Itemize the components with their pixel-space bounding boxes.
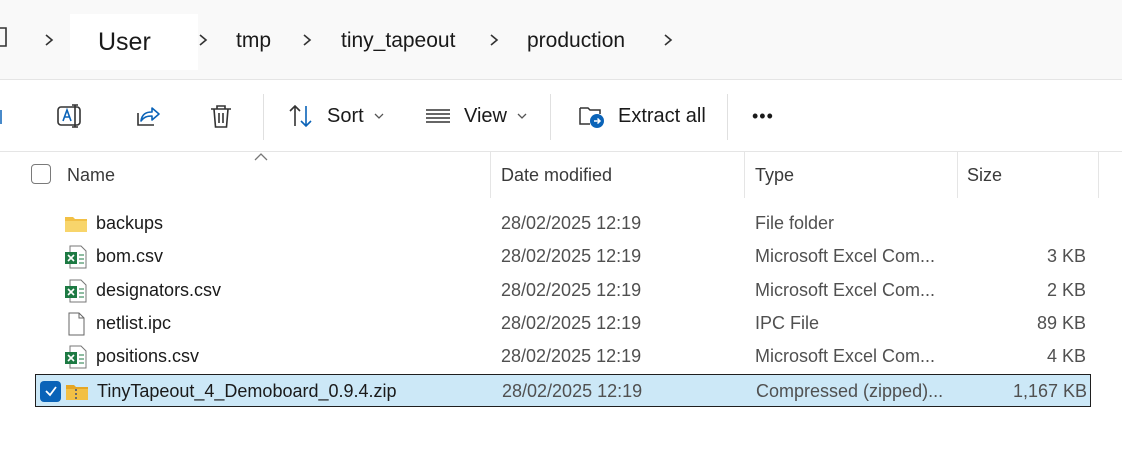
excel-file-icon <box>64 345 88 369</box>
breadcrumb-item-user[interactable]: User <box>98 28 151 57</box>
file-date-modified: 28/02/2025 12:19 <box>501 312 642 333</box>
view-label: View <box>464 104 507 127</box>
toolbar-separator <box>263 94 264 140</box>
zip-folder-icon <box>65 380 89 404</box>
chevron-right-icon[interactable] <box>487 33 501 47</box>
folder-icon <box>64 212 88 236</box>
chevron-right-icon[interactable] <box>661 33 675 47</box>
file-row[interactable]: backups 28/02/2025 12:19 File folder <box>35 207 1091 240</box>
breadcrumb-item-tiny-tapeout[interactable]: tiny_tapeout <box>341 29 455 53</box>
file-type: Microsoft Excel Com... <box>755 279 936 300</box>
checkmark-icon <box>44 386 57 397</box>
breadcrumb-item-tmp[interactable]: tmp <box>236 29 271 53</box>
column-header-name[interactable]: Name <box>67 152 115 198</box>
rename-icon <box>57 104 81 128</box>
file-name: TinyTapeout_4_Demoboard_0.9.4.zip <box>97 380 397 401</box>
command-bar: Sort View Extract all ••• <box>0 80 1122 152</box>
file-size: 4 KB <box>1046 346 1086 367</box>
sort-label: Sort <box>327 104 364 127</box>
partial-icon <box>0 110 2 124</box>
file-name: positions.csv <box>96 346 200 367</box>
delete-button[interactable] <box>206 96 236 136</box>
column-divider[interactable] <box>744 152 745 198</box>
excel-file-icon <box>64 245 88 269</box>
sort-ascending-icon <box>254 153 268 161</box>
file-type: Compressed (zipped)... <box>756 380 944 401</box>
file-date-modified: 28/02/2025 12:19 <box>501 213 642 233</box>
file-name: bom.csv <box>96 246 164 267</box>
column-header-date[interactable]: Date modified <box>501 152 612 198</box>
sort-button[interactable]: Sort <box>287 96 384 136</box>
file-type: Microsoft Excel Com... <box>755 346 936 367</box>
column-header-row: Name Date modified Type Size <box>0 152 1122 198</box>
row-checkbox-checked[interactable] <box>40 380 61 402</box>
file-date-modified: 28/02/2025 12:19 <box>501 346 642 367</box>
file-size <box>965 207 1086 240</box>
chevron-down-icon <box>374 113 384 119</box>
pc-icon <box>0 27 7 47</box>
file-name: netlist.ipc <box>96 312 172 333</box>
file-date-modified: 28/02/2025 12:19 <box>501 246 642 267</box>
extract-icon <box>579 107 604 128</box>
column-divider[interactable] <box>490 152 491 198</box>
sort-icon <box>289 104 312 128</box>
chevron-right-icon[interactable] <box>300 33 314 47</box>
blank-file-icon <box>64 312 88 336</box>
file-date-modified: 28/02/2025 12:19 <box>502 380 643 401</box>
column-divider[interactable] <box>957 152 958 198</box>
toolbar-separator <box>550 94 551 140</box>
excel-file-icon <box>64 279 88 303</box>
more-options-button[interactable]: ••• <box>752 96 774 136</box>
file-type: File folder <box>755 213 835 233</box>
trash-icon <box>211 105 231 128</box>
file-row[interactable]: designators.csv 28/02/2025 12:19 Microsoft… <box>35 274 1091 307</box>
view-button[interactable]: View <box>424 96 527 136</box>
address-bar[interactable]: User tmp tiny_tapeout production <box>0 0 1122 80</box>
chevron-right-icon[interactable] <box>196 33 210 47</box>
breadcrumb-item-production[interactable]: production <box>527 29 625 53</box>
rename-button[interactable] <box>55 96 85 136</box>
file-size: 1,167 KB <box>1012 380 1087 401</box>
toolbar-separator <box>727 94 728 140</box>
file-size: 2 KB <box>1046 279 1086 300</box>
share-button[interactable] <box>132 96 162 136</box>
file-name: designators.csv <box>96 279 222 300</box>
file-row[interactable]: TinyTapeout_4_Demoboard_0.9.4.zip 28/02/2… <box>35 373 1091 407</box>
file-row[interactable]: positions.csv 28/02/2025 12:19 Microsoft E… <box>35 340 1091 373</box>
file-size: 3 KB <box>1046 246 1086 267</box>
extract-all-button[interactable]: Extract all <box>578 96 706 136</box>
file-name: backups <box>96 213 164 233</box>
file-type: Microsoft Excel Com... <box>755 246 936 267</box>
column-divider[interactable] <box>1098 152 1099 198</box>
share-icon <box>137 107 160 126</box>
file-row[interactable]: netlist.ipc 28/02/2025 12:19 IPC File 89 KB <box>35 307 1091 340</box>
chevron-down-icon <box>517 113 527 119</box>
column-header-size[interactable]: Size <box>967 152 1002 198</box>
column-header-type[interactable]: Type <box>755 152 794 198</box>
file-size: 89 KB <box>1036 312 1086 333</box>
file-date-modified: 28/02/2025 12:19 <box>501 279 642 300</box>
select-all-checkbox[interactable] <box>31 164 51 184</box>
file-row[interactable]: bom.csv 28/02/2025 12:19 Microsoft Excel C… <box>35 240 1091 273</box>
view-icon <box>426 109 450 123</box>
extract-all-label: Extract all <box>618 104 706 127</box>
file-type: IPC File <box>755 312 820 333</box>
chevron-right-icon[interactable] <box>42 33 56 47</box>
